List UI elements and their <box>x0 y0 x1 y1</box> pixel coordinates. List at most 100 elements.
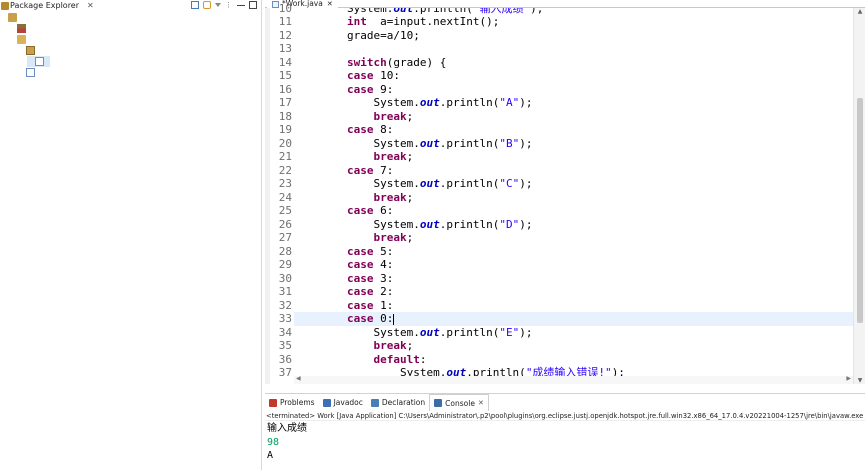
code-line[interactable]: grade=a/10; <box>294 29 853 43</box>
console-terminated-line: <terminated> Work [Java Application] C:\… <box>266 412 865 421</box>
static-field: out <box>419 177 440 190</box>
tab-label: Problems <box>280 398 315 407</box>
view-menu-icon[interactable]: ⋮ <box>225 1 233 9</box>
scroll-right-icon[interactable]: ▶ <box>846 375 851 382</box>
code-line[interactable]: case 3: <box>294 272 853 286</box>
close-icon[interactable]: ✕ <box>478 399 484 407</box>
line-number: 11 <box>278 15 292 28</box>
line-number: 10 <box>278 1 292 15</box>
code-line[interactable]: case 10: <box>294 69 853 83</box>
line-number: 21 <box>278 150 292 163</box>
code-line[interactable]: System.out.println("E"); <box>294 326 853 340</box>
keyword: case <box>346 163 374 177</box>
line-number: 29 <box>278 258 292 271</box>
static-field: out <box>393 8 414 15</box>
keyword: switch <box>346 55 387 69</box>
code-line[interactable]: break; <box>294 191 853 205</box>
keyword: default <box>373 352 420 366</box>
code-line[interactable]: System.out.println("A"); <box>294 96 853 110</box>
code-line[interactable]: break; <box>294 110 853 124</box>
tree-item[interactable] <box>27 56 50 67</box>
tab-label: Declaration <box>381 398 426 407</box>
line-number: 24 <box>278 190 292 204</box>
scrollbar-thumb[interactable] <box>857 98 863 323</box>
line-number: 14 <box>278 55 292 69</box>
static-field: out <box>419 136 440 150</box>
tab-label: Javadoc <box>333 398 363 407</box>
code-line[interactable]: default: <box>294 353 853 367</box>
tree-item[interactable] <box>18 45 41 56</box>
keyword: case <box>346 312 374 325</box>
tree-item[interactable] <box>0 12 23 23</box>
close-icon[interactable]: ✕ <box>87 1 94 10</box>
line-number: 25 <box>278 204 292 217</box>
tree-item[interactable] <box>9 34 32 45</box>
package-explorer-panel: Package Explorer ✕ ⋮ <box>0 0 262 470</box>
code-line[interactable]: switch(grade) { <box>294 56 853 70</box>
line-number: 16 <box>278 82 292 96</box>
code-line[interactable]: case 1: <box>294 299 853 313</box>
java-file-icon <box>26 68 35 77</box>
code-editor: *Work.java ✕ 10 11 12 13 14 15 16 17 18 19 20 21 22 2… <box>265 0 865 384</box>
code-line[interactable]: System.out.println("B"); <box>294 137 853 151</box>
string-literal: "输入成绩" <box>472 8 531 15</box>
line-number: 12 <box>278 28 292 42</box>
console-line: A <box>267 450 274 461</box>
keyword: case <box>346 244 374 258</box>
filter-icon[interactable] <box>215 3 221 7</box>
line-number: 20 <box>278 136 292 150</box>
code-line[interactable]: case 5: <box>294 245 853 259</box>
keyword: break <box>373 109 407 123</box>
keyword: case <box>346 285 374 298</box>
close-icon[interactable]: ✕ <box>327 0 333 8</box>
static-field: out <box>419 96 440 109</box>
tree-item[interactable] <box>18 67 41 78</box>
string-literal: "E" <box>499 325 520 339</box>
code-line[interactable]: int a=input.nextInt(); <box>294 15 853 29</box>
code-line[interactable]: case 6: <box>294 204 853 218</box>
code-line[interactable]: System.out.println("D"); <box>294 218 853 232</box>
line-number-gutter: 10 11 12 13 14 15 16 17 18 19 20 21 22 23 24 25 26 27 28 29… <box>270 2 293 384</box>
code-line[interactable]: break; <box>294 150 853 164</box>
horizontal-scrollbar[interactable]: ◀ ▶ <box>294 375 853 384</box>
tab-javadoc[interactable]: Javadoc <box>319 394 367 411</box>
declaration-icon <box>370 398 379 407</box>
link-with-editor-icon[interactable] <box>203 1 211 9</box>
minimize-icon[interactable] <box>237 1 245 6</box>
tree-item[interactable] <box>9 23 35 34</box>
code-line[interactable]: case 2: <box>294 285 853 299</box>
code-line[interactable]: case 7: <box>294 164 853 178</box>
keyword: case <box>346 69 374 82</box>
string-literal: "A" <box>499 96 520 109</box>
text-caret <box>393 313 395 325</box>
code-area[interactable]: System.out.println("输入成绩"); int a=input.… <box>294 8 853 384</box>
maximize-icon[interactable] <box>249 1 257 9</box>
code-line[interactable]: case 9: <box>294 83 853 97</box>
code-line[interactable]: case 0: <box>294 312 853 326</box>
scroll-left-icon[interactable]: ◀ <box>296 375 301 382</box>
tab-declaration[interactable]: Declaration <box>367 394 429 411</box>
string-literal: "D" <box>499 217 520 231</box>
keyword: case <box>346 123 374 136</box>
tab-problems[interactable]: Problems <box>265 394 319 411</box>
keyword: case <box>346 271 374 285</box>
keyword: break <box>373 231 407 244</box>
code-line[interactable]: System.out.println("C"); <box>294 177 853 191</box>
line-number: 31 <box>278 285 292 298</box>
code-line[interactable]: break; <box>294 339 853 353</box>
vertical-scrollbar[interactable]: ▲ ▼ <box>853 8 865 384</box>
code-line[interactable]: System.out.println("输入成绩"); <box>294 8 853 15</box>
line-number: 19 <box>278 123 292 136</box>
tab-console[interactable]: Console ✕ <box>429 394 489 411</box>
line-number: 32 <box>278 298 292 312</box>
code-line[interactable]: case 4: <box>294 258 853 272</box>
string-literal: "C" <box>499 177 520 190</box>
console-line: 98 <box>267 436 280 448</box>
line-number: 27 <box>278 231 292 244</box>
code-line[interactable]: case 8: <box>294 123 853 137</box>
code-line[interactable]: break; <box>294 231 853 245</box>
scroll-up-icon[interactable]: ▲ <box>856 8 864 15</box>
collapse-all-icon[interactable] <box>191 1 199 9</box>
line-number: 28 <box>278 244 292 258</box>
scroll-down-icon[interactable]: ▼ <box>856 377 864 384</box>
